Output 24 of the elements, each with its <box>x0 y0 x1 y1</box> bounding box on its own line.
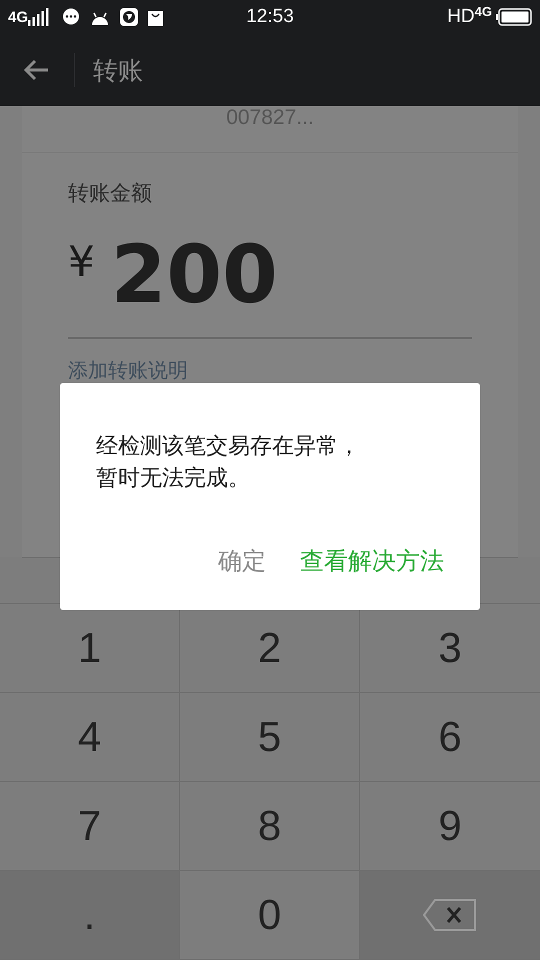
network-label: 4G <box>8 8 28 26</box>
keypad-key[interactable]: 0 <box>180 871 360 960</box>
confirm-button[interactable]: 确定 <box>218 545 266 577</box>
network-label: 4G <box>474 4 492 19</box>
dialog-message: 暂时无法完成。 <box>96 465 251 493</box>
back-arrow-icon <box>23 59 49 81</box>
signal-icon <box>28 8 50 26</box>
view-solution-button[interactable]: 查看解决方法 <box>300 545 444 577</box>
keypad-key[interactable]: 7 <box>0 782 180 871</box>
keypad-key[interactable]: 8 <box>180 782 360 871</box>
clock: 12:53 <box>246 6 294 28</box>
amount-label: 转账金额 <box>68 180 153 207</box>
chat-icon <box>62 8 80 26</box>
bag-icon <box>148 8 164 26</box>
page-title: 转账 <box>93 54 143 86</box>
keypad-key[interactable]: 4 <box>0 693 180 782</box>
keypad-key[interactable]: 5 <box>180 693 360 782</box>
amount-field[interactable]: ¥ 200 <box>68 235 472 339</box>
keypad-key[interactable]: . <box>0 871 180 960</box>
battery-icon <box>496 8 532 26</box>
backspace-icon <box>423 899 477 931</box>
dialog-message: 经检测该笔交易存在异常， <box>96 433 360 461</box>
hd-label: HD <box>447 6 475 28</box>
add-note-link[interactable]: 添加转账说明 <box>68 357 188 384</box>
